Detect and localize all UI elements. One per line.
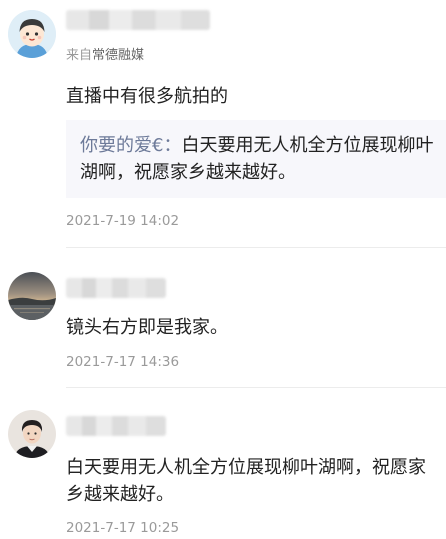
username-redacted[interactable] [66,416,166,436]
quote-separator: ： [163,135,182,156]
username-redacted[interactable] [66,278,166,298]
cartoon-boy-avatar-icon[interactable] [8,10,56,58]
timestamp: 2021-7-17 14:36 [66,354,180,370]
timestamp: 2021-7-19 14:02 [66,213,180,229]
comment-item: 来自常德融媒 直播中有很多航拍的 你要的爱€：白天要用无人机全方位展现柳叶湖啊，… [0,0,446,248]
comment-item: 白天要用无人机全方位展现柳叶湖啊，祝愿家乡越来越好。 2021-7-17 10:… [0,388,446,539]
comment-text: 镜头右方即是我家。 [66,317,228,338]
quote-username[interactable]: 你要的爱€ [80,135,163,156]
timestamp: 2021-7-17 10:25 [66,520,180,536]
comment-item: 镜头右方即是我家。 2021-7-17 14:36 [0,248,446,388]
quoted-reply[interactable]: 你要的爱€：白天要用无人机全方位展现柳叶湖啊，祝愿家乡越来越好。 [66,120,446,198]
comment-text: 直播中有很多航拍的 [66,86,228,107]
portrait-avatar-icon[interactable] [8,410,56,458]
source-name[interactable]: 常德融媒 [92,48,144,63]
source-line: 来自常德融媒 [66,44,144,63]
username-redacted[interactable] [66,10,210,30]
lake-sunset-avatar-icon[interactable] [8,272,56,320]
comment-text: 白天要用无人机全方位展现柳叶湖啊，祝愿家乡越来越好。 [66,457,426,505]
source-prefix: 来自 [66,48,93,63]
